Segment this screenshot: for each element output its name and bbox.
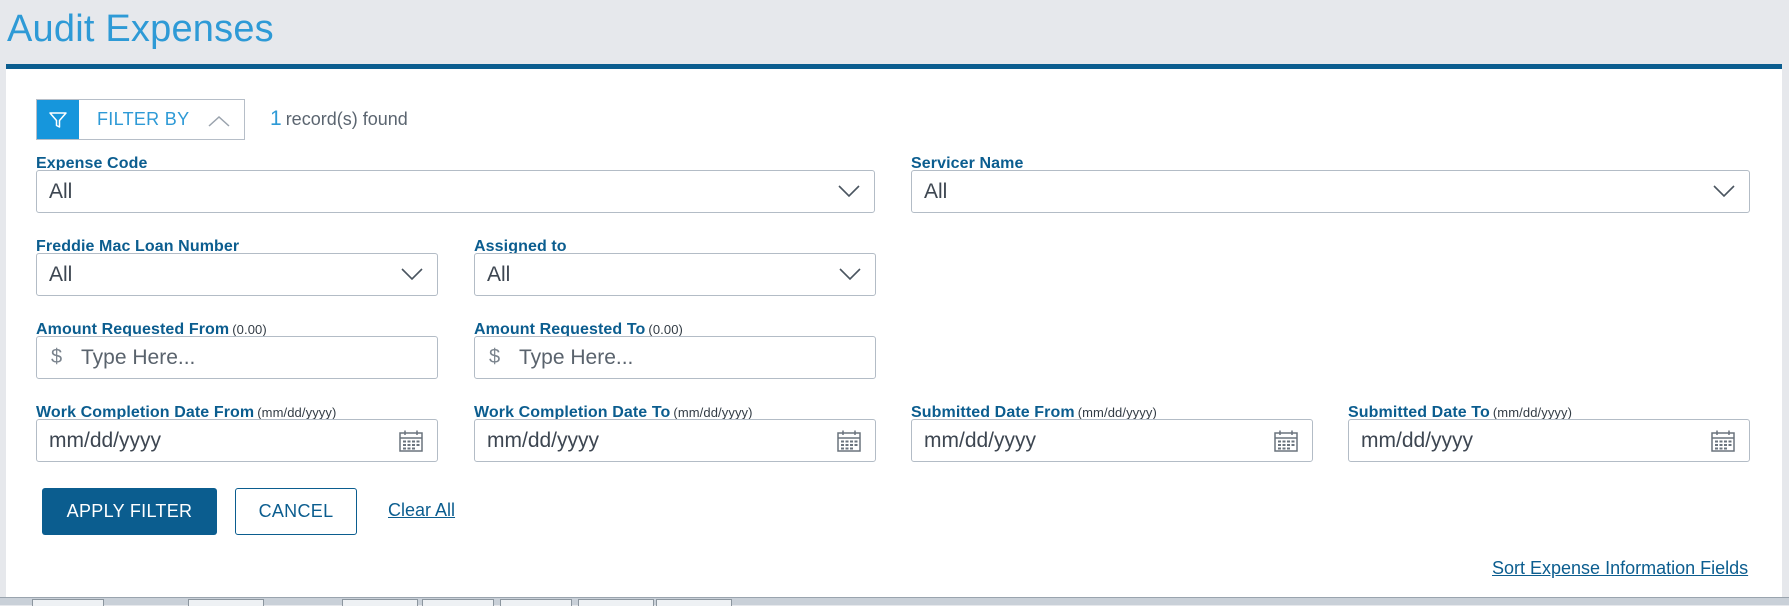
filter-funnel-icon	[37, 100, 79, 139]
calendar-icon[interactable]	[1274, 430, 1298, 457]
page-edge	[1782, 64, 1789, 605]
records-text: record(s) found	[285, 109, 408, 129]
chevron-down-icon	[401, 267, 423, 286]
calendar-icon[interactable]	[1711, 430, 1735, 457]
cancel-button[interactable]: CANCEL	[235, 488, 357, 535]
apply-filter-button[interactable]: APPLY FILTER	[42, 488, 217, 535]
servicer-name-value: All	[924, 179, 948, 203]
records-count: 1	[270, 107, 282, 130]
chevron-up-icon	[208, 114, 230, 132]
work-date-from-hint: (mm/dd/yyyy)	[257, 405, 337, 420]
work-date-from-input[interactable]: mm/dd/yyyy	[36, 419, 438, 462]
dollar-icon: $	[489, 346, 501, 368]
submitted-from-hint: (mm/dd/yyyy)	[1077, 405, 1157, 420]
page-title: Audit Expenses	[7, 8, 274, 50]
amount-from-input[interactable]: $ Type Here...	[36, 336, 438, 379]
servicer-name-select[interactable]: All	[911, 170, 1750, 213]
amount-to-hint: (0.00)	[648, 322, 683, 337]
submitted-from-input[interactable]: mm/dd/yyyy	[911, 419, 1313, 462]
calendar-icon[interactable]	[837, 430, 861, 457]
assigned-to-select[interactable]: All	[474, 253, 876, 296]
records-found: 1 record(s) found	[270, 107, 408, 131]
amount-from-hint: (0.00)	[232, 322, 267, 337]
filter-by-toggle[interactable]: FILTER BY	[36, 99, 245, 140]
loan-number-select[interactable]: All	[36, 253, 438, 296]
sort-expense-fields-link[interactable]: Sort Expense Information Fields	[1492, 558, 1748, 579]
amount-to-input[interactable]: $ Type Here...	[474, 336, 876, 379]
work-date-to-input[interactable]: mm/dd/yyyy	[474, 419, 876, 462]
chevron-down-icon	[1713, 184, 1735, 203]
dollar-icon: $	[51, 346, 63, 368]
bottom-tab-strip	[0, 597, 1789, 606]
submitted-to-input[interactable]: mm/dd/yyyy	[1348, 419, 1750, 462]
expense-code-value: All	[49, 179, 73, 203]
expense-code-select[interactable]: All	[36, 170, 875, 213]
submitted-to-placeholder: mm/dd/yyyy	[1361, 428, 1474, 452]
amount-to-placeholder: Type Here...	[519, 345, 634, 369]
work-date-to-placeholder: mm/dd/yyyy	[487, 428, 600, 452]
amount-from-placeholder: Type Here...	[81, 345, 196, 369]
filter-by-label: FILTER BY	[97, 109, 190, 129]
loan-number-value: All	[49, 262, 73, 286]
assigned-to-value: All	[487, 262, 511, 286]
calendar-icon[interactable]	[399, 430, 423, 457]
chevron-down-icon	[839, 267, 861, 286]
clear-all-link[interactable]: Clear All	[388, 500, 455, 521]
submitted-from-placeholder: mm/dd/yyyy	[924, 428, 1037, 452]
submitted-to-hint: (mm/dd/yyyy)	[1492, 405, 1573, 420]
work-date-to-hint: (mm/dd/yyyy)	[673, 405, 753, 420]
work-date-from-placeholder: mm/dd/yyyy	[49, 428, 162, 452]
filter-panel: FILTER BY 1 record(s) found Expense Code …	[6, 64, 1782, 605]
chevron-down-icon	[838, 184, 860, 203]
